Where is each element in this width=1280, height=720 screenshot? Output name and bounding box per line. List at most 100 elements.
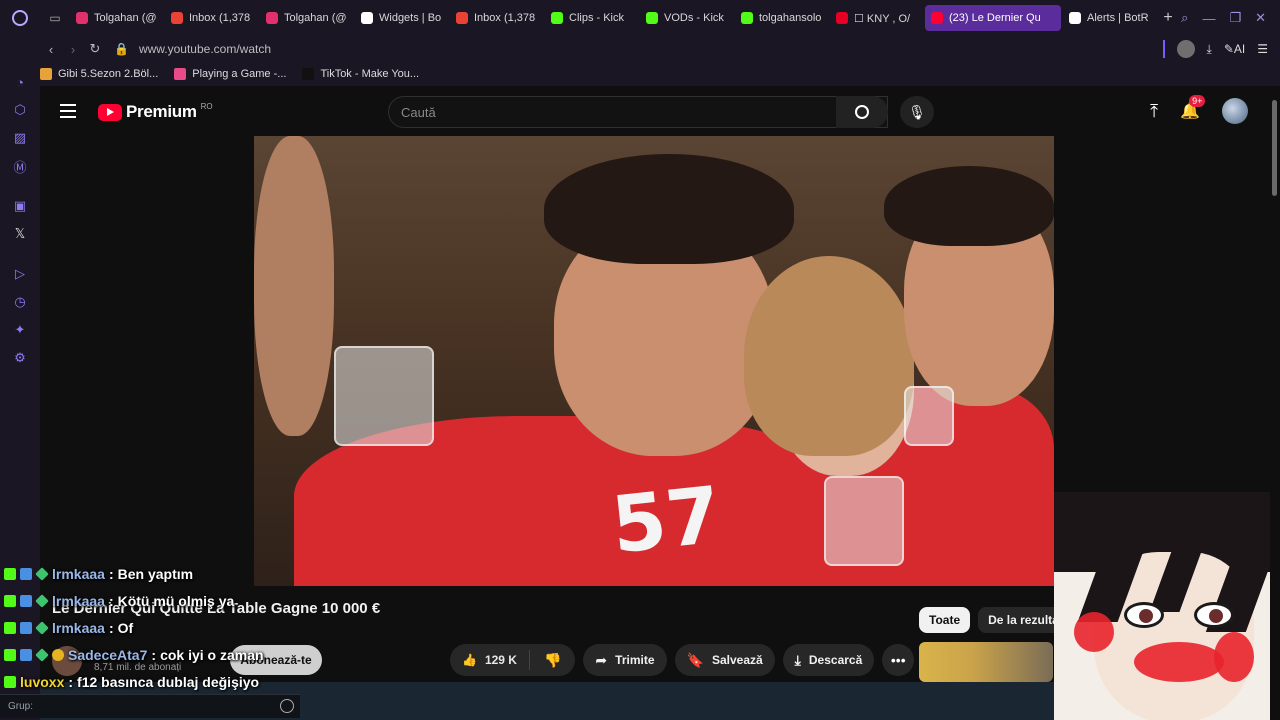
kick-badge-icon bbox=[4, 621, 16, 634]
search-button[interactable] bbox=[836, 96, 888, 128]
chat-message: lrmkaaa: Ben yaptım bbox=[4, 560, 334, 587]
more-dots-icon: ••• bbox=[890, 652, 906, 668]
gold-badge-icon bbox=[52, 648, 64, 661]
chat-username[interactable]: lrmkaaa bbox=[52, 620, 105, 636]
browser-tab[interactable]: Clips - Kick bbox=[545, 5, 638, 31]
tab-overview-icon[interactable]: ▭ bbox=[40, 11, 70, 25]
more-actions-button[interactable]: ••• bbox=[882, 644, 915, 676]
chat-message: lrmkaaa: Of bbox=[4, 614, 334, 641]
chat-username[interactable]: lrmkaaa bbox=[52, 593, 105, 609]
scrollbar-thumb[interactable] bbox=[1272, 100, 1277, 196]
twitch-icon[interactable]: ▣ bbox=[0, 192, 40, 220]
video-glass bbox=[334, 346, 434, 446]
search-tabs-icon[interactable]: ⌕ bbox=[1181, 10, 1188, 26]
profile-avatar[interactable] bbox=[1176, 40, 1195, 58]
browser-tab[interactable]: Alerts | BotR bbox=[1063, 5, 1156, 31]
back-icon[interactable]: ‹ bbox=[40, 42, 62, 57]
filter-chip[interactable]: Toate bbox=[919, 607, 971, 633]
tab-label: Tolgahan (@ bbox=[94, 12, 157, 24]
browser-tab[interactable]: (23) Le Dernier Qu bbox=[925, 5, 1061, 31]
opera-logo-icon[interactable] bbox=[0, 0, 40, 36]
avatar-eye bbox=[1194, 602, 1234, 628]
kick-icon bbox=[551, 12, 563, 24]
page-scrollbar[interactable] bbox=[1270, 86, 1280, 720]
chat-username[interactable]: lrmkaaa bbox=[52, 566, 105, 582]
restore-icon[interactable]: ❐ bbox=[1229, 10, 1241, 26]
voice-search-button[interactable]: 🎙 bbox=[900, 96, 934, 128]
aria-ai-button[interactable]: ✎AI bbox=[1224, 42, 1245, 56]
browser-tab[interactable]: VODs - Kick bbox=[640, 5, 733, 31]
url-text: www.youtube.com/watch bbox=[138, 42, 272, 56]
browser-tab-bar: ▭ Tolgahan (@ Inbox (1,378 Tolgahan (@ Widg… bbox=[0, 0, 1280, 36]
save-label: Salvează bbox=[711, 653, 763, 667]
blue-badge-icon bbox=[20, 594, 32, 607]
streamer-avatar-overlay bbox=[1054, 492, 1280, 720]
chat-text: Of bbox=[117, 619, 134, 636]
bookmark-item[interactable]: Playing a Game -... bbox=[174, 68, 286, 80]
browser-tab[interactable]: tolgahansolo bbox=[735, 5, 828, 31]
tab-label: (23) Le Dernier Qu bbox=[949, 12, 1041, 24]
new-tab-button[interactable]: + bbox=[1156, 9, 1180, 27]
extensions-icon[interactable]: ▨ bbox=[0, 124, 40, 152]
history-icon[interactable]: ◷ bbox=[0, 288, 40, 316]
bookmark-favicon-icon bbox=[40, 68, 52, 80]
chat-username[interactable]: SadeceAta7 bbox=[68, 647, 147, 663]
like-button[interactable]: 👍 129 K bbox=[450, 650, 530, 670]
browser-tab[interactable]: Inbox (1,378 bbox=[450, 5, 543, 31]
speed-dial-icon[interactable]: ◔ bbox=[0, 68, 40, 96]
forward-icon[interactable]: › bbox=[62, 42, 84, 57]
minimize-icon[interactable]: — bbox=[1202, 11, 1215, 26]
bookmark-label: Playing a Game -... bbox=[192, 68, 287, 80]
brand-text: Premium bbox=[126, 102, 197, 121]
search-input[interactable]: Caută bbox=[388, 96, 888, 128]
divider bbox=[1162, 40, 1165, 58]
green-badge-icon bbox=[35, 620, 49, 635]
tab-label: Alerts | BotR bbox=[1087, 12, 1149, 24]
share-button[interactable]: ➦ Trimite bbox=[583, 644, 667, 676]
thumbs-down-icon: 👎 bbox=[543, 651, 562, 668]
browser-tab[interactable]: Inbox (1,378 bbox=[165, 5, 258, 31]
youtube-premium-logo[interactable]: Premium RO bbox=[98, 102, 213, 122]
workspace-icon[interactable]: ⬡ bbox=[0, 96, 40, 124]
download-arrow-icon: ⤓ bbox=[794, 651, 801, 668]
menu-icon[interactable]: ☰ bbox=[1257, 42, 1268, 56]
blue-badge-icon bbox=[20, 567, 32, 580]
green-badge-icon bbox=[35, 566, 49, 581]
emoji-icon[interactable] bbox=[280, 699, 294, 713]
chat-input[interactable]: Grup: bbox=[0, 694, 300, 718]
tab-label: Tolgahan (@ bbox=[284, 12, 347, 24]
video-person-head bbox=[254, 136, 334, 436]
download-icon[interactable]: ⤓ bbox=[1207, 42, 1212, 57]
thumbs-up-icon: 👍 bbox=[462, 653, 477, 667]
x-icon[interactable]: 𝕏 bbox=[0, 220, 40, 248]
pinterest-icon bbox=[836, 12, 848, 24]
close-icon[interactable]: ✕ bbox=[1255, 10, 1266, 26]
notifications-bell-icon[interactable]: 🔔 9+ bbox=[1180, 95, 1206, 121]
bookmark-favicon-icon bbox=[302, 68, 315, 80]
dislike-button[interactable]: 👎 bbox=[530, 652, 575, 669]
save-button[interactable]: 🔖 Salvează bbox=[674, 644, 775, 676]
url-field[interactable]: 🔒 www.youtube.com/watch bbox=[114, 42, 271, 56]
browser-tab[interactable]: ☐ KNY , O/ bbox=[830, 5, 923, 31]
browser-tab[interactable]: Tolgahan (@ bbox=[70, 5, 163, 31]
window-controls: ⌕ — ❐ ✕ bbox=[1181, 0, 1280, 36]
settings-icon[interactable]: ⚙ bbox=[0, 344, 40, 372]
player-icon[interactable]: ▷ bbox=[0, 260, 40, 288]
browser-tab[interactable]: Widgets | Bo bbox=[355, 5, 448, 31]
guide-menu-icon[interactable] bbox=[60, 104, 76, 118]
account-avatar[interactable] bbox=[1222, 98, 1248, 124]
create-upload-icon[interactable]: ⤒ bbox=[1150, 101, 1158, 122]
related-video-thumbnail[interactable] bbox=[919, 642, 1053, 682]
tab-label: tolgahansolo bbox=[759, 12, 822, 24]
bookmark-item[interactable]: TikTok - Make You... bbox=[302, 68, 419, 80]
download-button[interactable]: ⤓ Descarcă bbox=[782, 644, 875, 676]
bookmark-item[interactable]: Gibi 5.Sezon 2.Böl... bbox=[40, 68, 158, 80]
video-player[interactable]: 57 bbox=[254, 136, 1054, 586]
extensions-puzzle-icon[interactable]: ✦ bbox=[0, 316, 40, 344]
browser-tab[interactable]: Tolgahan (@ bbox=[260, 5, 353, 31]
youtube-icon bbox=[931, 12, 943, 24]
bookmarks-bar: Gibi 5.Sezon 2.Böl... Playing a Game -...… bbox=[40, 62, 1280, 86]
messenger-icon[interactable]: Ⓜ bbox=[0, 152, 40, 180]
chat-username[interactable]: luvoxx bbox=[20, 674, 64, 690]
reload-icon[interactable]: ↻ bbox=[84, 41, 106, 57]
